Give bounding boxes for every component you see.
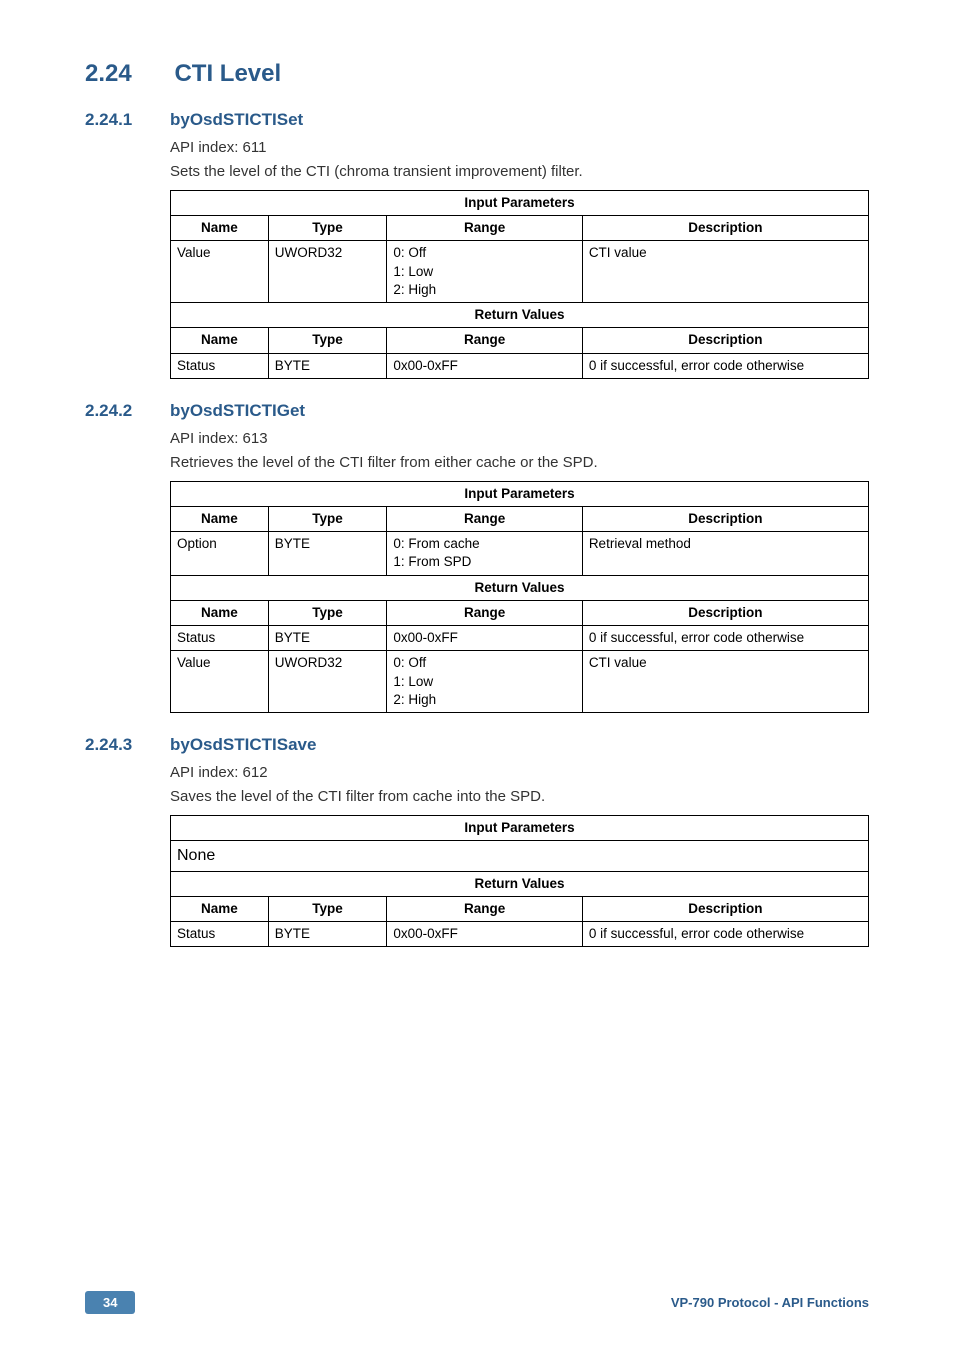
table-row: Status BYTE 0x00-0xFF 0 if successful, e… xyxy=(171,353,869,378)
cell: 0: From cache1: From SPD xyxy=(387,532,582,575)
cell: UWORD32 xyxy=(268,651,387,713)
input-heading: Input Parameters xyxy=(171,191,869,216)
col-type: Type xyxy=(268,328,387,353)
cell: UWORD32 xyxy=(268,241,387,303)
cell: BYTE xyxy=(268,626,387,651)
api-description: Retrieves the level of the CTI filter fr… xyxy=(170,451,869,475)
col-description: Description xyxy=(582,600,868,625)
cell: 0 if successful, error code otherwise xyxy=(582,353,868,378)
subsection-title: byOsdSTICTIGet xyxy=(170,401,305,421)
cell: CTI value xyxy=(582,651,868,713)
subsection: 2.24.1 byOsdSTICTISet API index: 611 Set… xyxy=(85,110,869,379)
section-number: 2.24 xyxy=(85,60,170,88)
col-name: Name xyxy=(171,896,269,921)
subsection-title: byOsdSTICTISave xyxy=(170,735,316,755)
cell: BYTE xyxy=(268,353,387,378)
none-label: None xyxy=(171,841,869,872)
cell: 0: Off1: Low2: High xyxy=(387,241,582,303)
col-range: Range xyxy=(387,600,582,625)
col-range: Range xyxy=(387,216,582,241)
return-heading: Return Values xyxy=(171,575,869,600)
table-row: Value UWORD32 0: Off1: Low2: High CTI va… xyxy=(171,241,869,303)
table-row: Value UWORD32 0: Off1: Low2: High CTI va… xyxy=(171,651,869,713)
parameters-table: Input Parameters Name Type Range Descrip… xyxy=(170,190,869,379)
page-number: 34 xyxy=(85,1291,135,1314)
cell: Status xyxy=(171,353,269,378)
api-index: API index: 612 xyxy=(170,761,869,785)
col-range: Range xyxy=(387,896,582,921)
cell: 0 if successful, error code otherwise xyxy=(582,626,868,651)
return-heading: Return Values xyxy=(171,303,869,328)
cell: 0x00-0xFF xyxy=(387,626,582,651)
cell: Value xyxy=(171,241,269,303)
parameters-table: Input Parameters None Return Values Name… xyxy=(170,815,869,947)
cell: Status xyxy=(171,626,269,651)
cell: 0x00-0xFF xyxy=(387,353,582,378)
cell: 0x00-0xFF xyxy=(387,922,582,947)
table-row: Status BYTE 0x00-0xFF 0 if successful, e… xyxy=(171,922,869,947)
subsection: 2.24.2 byOsdSTICTIGet API index: 613 Ret… xyxy=(85,401,869,713)
col-name: Name xyxy=(171,216,269,241)
api-description: Saves the level of the CTI filter from c… xyxy=(170,785,869,809)
subsection-title: byOsdSTICTISet xyxy=(170,110,303,130)
parameters-table: Input Parameters Name Type Range Descrip… xyxy=(170,481,869,713)
subsection-number: 2.24.3 xyxy=(85,735,170,755)
api-description: Sets the level of the CTI (chroma transi… xyxy=(170,160,869,184)
col-type: Type xyxy=(268,896,387,921)
subsection-number: 2.24.2 xyxy=(85,401,170,421)
col-name: Name xyxy=(171,328,269,353)
col-type: Type xyxy=(268,506,387,531)
col-description: Description xyxy=(582,896,868,921)
api-index: API index: 611 xyxy=(170,136,869,160)
table-row: Status BYTE 0x00-0xFF 0 if successful, e… xyxy=(171,626,869,651)
col-description: Description xyxy=(582,506,868,531)
cell: Option xyxy=(171,532,269,575)
subsection: 2.24.3 byOsdSTICTISave API index: 612 Sa… xyxy=(85,735,869,947)
cell: BYTE xyxy=(268,922,387,947)
col-range: Range xyxy=(387,506,582,531)
cell: Value xyxy=(171,651,269,713)
input-heading: Input Parameters xyxy=(171,815,869,840)
cell: Retrieval method xyxy=(582,532,868,575)
cell: 0: Off1: Low2: High xyxy=(387,651,582,713)
cell: BYTE xyxy=(268,532,387,575)
api-index: API index: 613 xyxy=(170,427,869,451)
cell: 0 if successful, error code otherwise xyxy=(582,922,868,947)
input-heading: Input Parameters xyxy=(171,481,869,506)
cell: CTI value xyxy=(582,241,868,303)
section-title: CTI Level xyxy=(174,60,281,88)
col-range: Range xyxy=(387,328,582,353)
section-heading: 2.24 CTI Level xyxy=(85,60,869,88)
subsection-number: 2.24.1 xyxy=(85,110,170,130)
col-type: Type xyxy=(268,216,387,241)
col-name: Name xyxy=(171,600,269,625)
cell: Status xyxy=(171,922,269,947)
col-description: Description xyxy=(582,216,868,241)
table-row: Option BYTE 0: From cache1: From SPD Ret… xyxy=(171,532,869,575)
document-title: VP-790 Protocol - API Functions xyxy=(671,1295,869,1310)
table-row: None xyxy=(171,841,869,872)
col-description: Description xyxy=(582,328,868,353)
page-footer: 34 VP-790 Protocol - API Functions xyxy=(85,1291,869,1314)
col-name: Name xyxy=(171,506,269,531)
col-type: Type xyxy=(268,600,387,625)
return-heading: Return Values xyxy=(171,871,869,896)
